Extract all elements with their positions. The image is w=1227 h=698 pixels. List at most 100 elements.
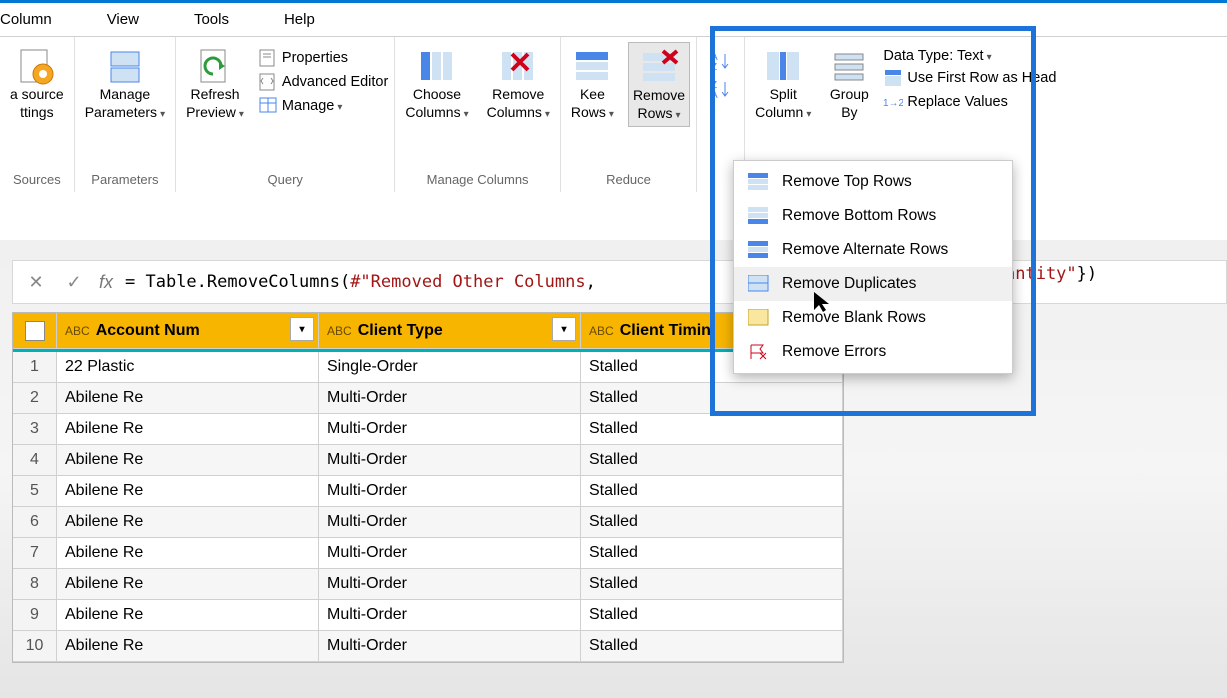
remove-blank-rows-item[interactable]: Remove Blank Rows (734, 301, 1012, 335)
table-row[interactable]: 8Abilene ReMulti-OrderStalled (13, 569, 843, 600)
use-first-row-button[interactable]: Use First Row as Head (883, 68, 1056, 88)
table-row[interactable]: 5Abilene ReMulti-OrderStalled (13, 476, 843, 507)
cell-account-num[interactable]: 22 Plastic (57, 352, 319, 382)
remove-alternate-rows-item[interactable]: Remove Alternate Rows (734, 233, 1012, 267)
table-row[interactable]: 6Abilene ReMulti-OrderStalled (13, 507, 843, 538)
remove-duplicates-item[interactable]: Remove Duplicates (734, 267, 1012, 301)
label: Properties (282, 50, 348, 66)
tab-column[interactable]: Column (0, 11, 52, 28)
cell-client-timing[interactable]: Stalled (581, 414, 843, 444)
svg-text:Z: Z (711, 62, 717, 72)
table-row[interactable]: 9Abilene ReMulti-OrderStalled (13, 600, 843, 631)
cell-client-timing[interactable]: Stalled (581, 569, 843, 599)
col-header-client-type[interactable]: ABCClient Type▾ (319, 313, 581, 348)
cell-account-num[interactable]: Abilene Re (57, 507, 319, 537)
row-number[interactable]: 10 (13, 631, 57, 661)
cancel-formula-button[interactable]: ✕ (23, 272, 49, 293)
table-row[interactable]: 3Abilene ReMulti-OrderStalled (13, 414, 843, 445)
cell-account-num[interactable]: Abilene Re (57, 631, 319, 661)
tab-help[interactable]: Help (284, 11, 315, 28)
group-by-button[interactable]: Group By (825, 42, 873, 125)
row-number[interactable]: 9 (13, 600, 57, 630)
label: Manage (282, 98, 342, 114)
row-number[interactable]: 4 (13, 445, 57, 475)
label: Columns (405, 104, 468, 122)
cell-client-type[interactable]: Single-Order (319, 352, 581, 382)
cell-account-num[interactable]: Abilene Re (57, 445, 319, 475)
cell-account-num[interactable]: Abilene Re (57, 476, 319, 506)
row-number[interactable]: 7 (13, 538, 57, 568)
sort-desc-icon[interactable]: ZA (709, 78, 733, 100)
remove-bottom-rows-item[interactable]: Remove Bottom Rows (734, 199, 1012, 233)
refresh-preview-button[interactable]: Refresh Preview (182, 42, 248, 125)
cell-client-timing[interactable]: Stalled (581, 383, 843, 413)
sort-asc-icon[interactable]: AZ (709, 50, 733, 72)
table-row[interactable]: 2Abilene ReMulti-OrderStalled (13, 383, 843, 414)
formula-tail: antity"}) (1005, 264, 1097, 284)
tab-tools[interactable]: Tools (194, 11, 229, 28)
filter-icon[interactable]: ▾ (290, 317, 314, 341)
manage-button[interactable]: Manage (258, 96, 388, 116)
label: Rows (637, 105, 680, 123)
cell-client-timing[interactable]: Stalled (581, 600, 843, 630)
table-row[interactable]: 7Abilene ReMulti-OrderStalled (13, 538, 843, 569)
cell-client-timing[interactable]: Stalled (581, 538, 843, 568)
cell-client-type[interactable]: Multi-Order (319, 383, 581, 413)
cell-client-type[interactable]: Multi-Order (319, 414, 581, 444)
remove-errors-item[interactable]: Remove Errors (734, 335, 1012, 369)
fx-icon[interactable]: fx (99, 272, 113, 293)
flag-x-icon (748, 343, 770, 361)
choose-columns-button[interactable]: Choose Columns (401, 42, 472, 125)
table-row[interactable]: 122 PlasticSingle-OrderStalled (13, 352, 843, 383)
row-number[interactable]: 1 (13, 352, 57, 382)
filter-icon[interactable]: ▾ (552, 317, 576, 341)
cell-client-timing[interactable]: Stalled (581, 476, 843, 506)
table-row[interactable]: 4Abilene ReMulti-OrderStalled (13, 445, 843, 476)
cell-account-num[interactable]: Abilene Re (57, 414, 319, 444)
remove-columns-icon (498, 46, 538, 86)
select-all-button[interactable] (13, 313, 57, 348)
cell-client-type[interactable]: Multi-Order (319, 507, 581, 537)
data-type-button[interactable]: Data Type: Text (883, 48, 1056, 64)
row-number[interactable]: 2 (13, 383, 57, 413)
cell-client-timing[interactable]: Stalled (581, 445, 843, 475)
split-column-button[interactable]: Split Column (751, 42, 815, 125)
cell-client-timing[interactable]: Stalled (581, 507, 843, 537)
commit-formula-button[interactable]: ✓ (61, 272, 87, 293)
label: Advanced Editor (282, 74, 388, 90)
row-number[interactable]: 5 (13, 476, 57, 506)
remove-top-rows-item[interactable]: Remove Top Rows (734, 165, 1012, 199)
cell-account-num[interactable]: Abilene Re (57, 569, 319, 599)
cell-client-type[interactable]: Multi-Order (319, 631, 581, 661)
advanced-editor-button[interactable]: Advanced Editor (258, 72, 388, 92)
cell-account-num[interactable]: Abilene Re (57, 383, 319, 413)
cell-account-num[interactable]: Abilene Re (57, 538, 319, 568)
properties-button[interactable]: Properties (258, 48, 388, 68)
cell-client-type[interactable]: Multi-Order (319, 538, 581, 568)
formula-text: , (586, 272, 596, 292)
group-label-query: Query (268, 172, 303, 192)
cell-client-type[interactable]: Multi-Order (319, 445, 581, 475)
label: Remove Bottom Rows (782, 207, 936, 225)
remove-columns-button[interactable]: Remove Columns (483, 42, 554, 125)
row-number[interactable]: 3 (13, 414, 57, 444)
cell-account-num[interactable]: Abilene Re (57, 600, 319, 630)
table-row[interactable]: 10Abilene ReMulti-OrderStalled (13, 631, 843, 662)
manage-parameters-button[interactable]: Manage Parameters (81, 42, 169, 125)
tab-view[interactable]: View (107, 11, 139, 28)
remove-rows-button[interactable]: Remove Rows (628, 42, 690, 127)
label: By (841, 104, 857, 122)
row-number[interactable]: 6 (13, 507, 57, 537)
cell-client-type[interactable]: Multi-Order (319, 569, 581, 599)
cell-client-type[interactable]: Multi-Order (319, 600, 581, 630)
cell-client-type[interactable]: Multi-Order (319, 476, 581, 506)
replace-values-button[interactable]: 1→2Replace Values (883, 92, 1056, 112)
keep-rows-button[interactable]: Kee Rows (567, 42, 618, 125)
formula-input[interactable]: = Table.RemoveColumns(#"Removed Other Co… (125, 272, 596, 292)
row-number[interactable]: 8 (13, 569, 57, 599)
data-source-settings-button[interactable]: a source ttings (6, 42, 68, 125)
label: Replace Values (907, 94, 1008, 110)
col-header-account-num[interactable]: ABCAccount Num▾ (57, 313, 319, 348)
cell-client-timing[interactable]: Stalled (581, 631, 843, 661)
group-label-reduce: Reduce (606, 172, 651, 192)
